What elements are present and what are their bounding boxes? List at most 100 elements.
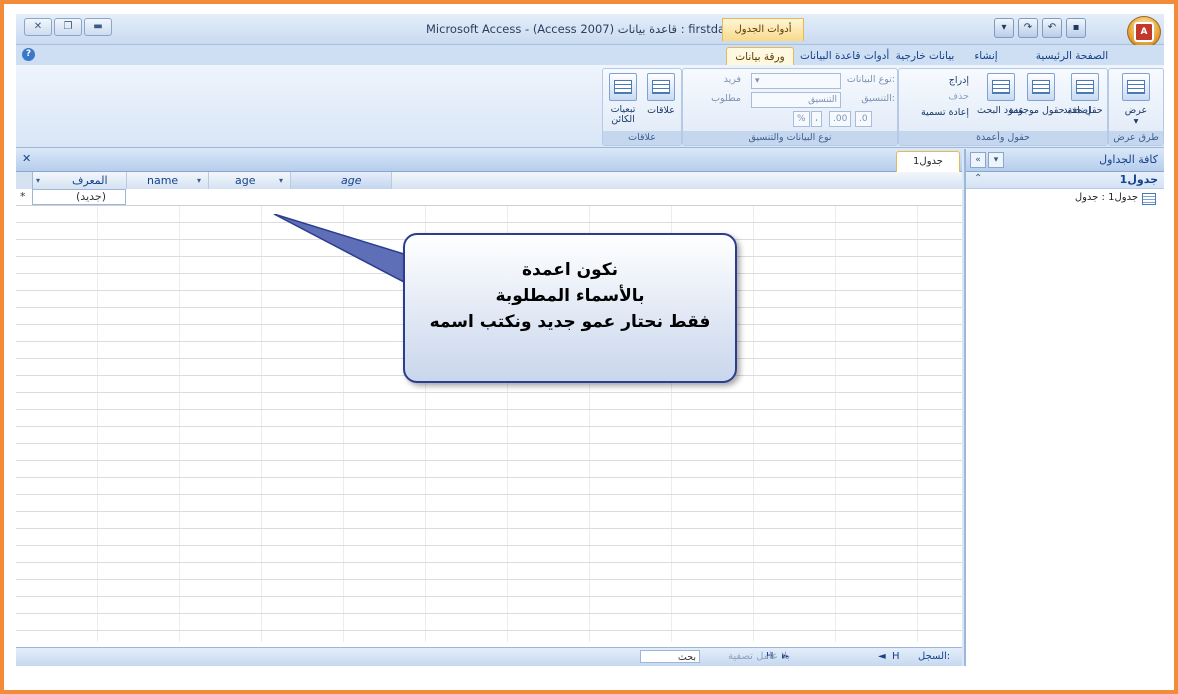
callout-line-3: فقط نحتار عمو جديد ونكتب اسمه <box>429 312 711 332</box>
callout-text: نكون اعمدة بالأسماء المطلوبة فقط نحتار ع… <box>405 257 735 335</box>
tab-database-tools[interactable]: أدوات قاعدة البيانات <box>800 47 889 65</box>
close-button[interactable]: ✕ <box>24 18 52 36</box>
ribbon-tabs: ? الصفحة الرئيسية إنشاء بيانات خارجية أد… <box>16 45 1164 66</box>
nav-pane-title: كافة الجداول <box>1099 153 1158 166</box>
nav-group-label: جدول1 <box>1119 173 1158 186</box>
tab-datasheet[interactable]: ورقة بيانات <box>726 47 794 66</box>
relationships-icon[interactable] <box>647 73 675 101</box>
search-box[interactable]: بحث <box>640 650 700 663</box>
column-header-row: ▾ المعرف name ▾ age ▾ age <box>16 172 962 190</box>
column-dropdown-icon[interactable]: ▾ <box>36 172 40 189</box>
column-header-name-label: name <box>147 174 179 187</box>
first-record-button[interactable]: H <box>892 651 900 662</box>
nav-group-table1[interactable]: ⌃ جدول1 <box>966 172 1164 189</box>
outer-frame: ✕ ❐ ▬ Microsoft Access - (Access 2007) ق… <box>0 0 1178 694</box>
column-header-name[interactable]: name ▾ <box>127 172 209 189</box>
required-checkbox[interactable]: مطلوب <box>689 93 741 104</box>
percent-button[interactable]: % <box>793 111 810 127</box>
new-record-marker: * <box>20 190 26 203</box>
nav-item-table1[interactable]: جدول1 : جدول <box>966 189 1164 207</box>
unique-checkbox[interactable]: فريد <box>689 74 741 85</box>
comma-button[interactable]: ، <box>811 111 822 127</box>
lookup-column-icon[interactable] <box>987 73 1015 101</box>
view-icon[interactable] <box>1122 73 1150 101</box>
column-header-id-label: المعرف <box>72 174 108 187</box>
callout-pointer <box>273 214 405 284</box>
ribbon: عرض ▾ طرق عرض حقل جديد إضافة حقول موجودة… <box>16 65 1164 148</box>
save-icon[interactable]: ▪ <box>1066 18 1086 38</box>
group-data-type-format-label: نوع البيانات والتنسيق <box>683 131 897 145</box>
new-record-id-value: (جديد) <box>76 190 107 203</box>
data-type-dropdown[interactable]: ▾ <box>751 73 841 89</box>
tab-external-data[interactable]: بيانات خارجية <box>892 47 958 65</box>
group-views: عرض ▾ طرق عرض <box>1108 68 1164 146</box>
group-fields-columns: حقل جديد إضافة حقول موجودة عمود البحث إد… <box>898 68 1108 146</box>
document-area: ✕ جدول1 ▾ المعرف name ▾ age ▾ age * (جدي… <box>16 149 962 666</box>
filter-indicator[interactable]: بلا عامل تصفية <box>728 651 790 662</box>
data-type-label: نوع البيانات: <box>846 74 895 85</box>
record-label: السجل: <box>918 651 951 662</box>
column-header-age-label: age <box>235 174 256 187</box>
view-button-label[interactable]: عرض <box>1109 105 1163 116</box>
nav-dropdown-icon[interactable]: ▾ <box>988 152 1004 168</box>
minimize-button[interactable]: ▬ <box>84 18 112 36</box>
window-title: Microsoft Access - (Access 2007) قاعدة ب… <box>426 22 765 36</box>
undo-icon[interactable]: ↶ <box>1042 18 1062 38</box>
format-dropdown[interactable]: التنسيق <box>751 92 841 108</box>
column-header-age[interactable]: age ▾ <box>209 172 291 189</box>
object-dependencies-icon[interactable] <box>609 73 637 101</box>
tab-home[interactable]: الصفحة الرئيسية <box>1032 47 1112 65</box>
format-label: التنسيق: <box>861 93 895 104</box>
record-navigation-bar: السجل: H ◄ ► H بلا عامل تصفية بحث <box>16 647 962 666</box>
rename-button[interactable]: إعادة تسمية <box>905 107 969 118</box>
table-icon <box>1142 193 1156 205</box>
group-views-label: طرق عرض <box>1109 131 1163 145</box>
collapse-nav-icon[interactable]: « <box>970 152 986 168</box>
annotation-callout: نكون اعمدة بالأسماء المطلوبة فقط نحتار ع… <box>403 233 737 383</box>
decrease-decimals-icon[interactable]: .0 <box>855 111 872 127</box>
column-dropdown-icon[interactable]: ▾ <box>279 172 283 189</box>
callout-line-2: بالأسماء المطلوبة <box>495 286 645 306</box>
document-tabs: ✕ جدول1 <box>16 149 962 172</box>
office-button[interactable]: A <box>1127 16 1161 48</box>
window-controls: ✕ ❐ ▬ <box>24 18 112 36</box>
customize-qat-icon[interactable]: ▾ <box>994 18 1014 38</box>
prev-record-button[interactable]: ◄ <box>878 651 886 662</box>
view-dropdown-icon[interactable]: ▾ <box>1109 116 1163 127</box>
delete-button[interactable]: حذف <box>909 91 969 102</box>
tab-table1[interactable]: جدول1 <box>896 151 960 172</box>
title-bar: ✕ ❐ ▬ Microsoft Access - (Access 2007) ق… <box>16 14 1164 48</box>
column-dropdown-icon[interactable]: ▾ <box>197 172 201 189</box>
access-logo-icon: A <box>1134 22 1154 42</box>
lookup-column-button[interactable]: عمود البحث <box>977 105 1024 116</box>
object-dependencies-button[interactable]: تبعيات الكائن <box>603 105 643 125</box>
tab-create[interactable]: إنشاء <box>966 47 1006 65</box>
nav-pane-controls: « ▾ <box>970 152 1004 168</box>
group-data-type-format: نوع البيانات: ▾ التنسيق: التنسيق فريد مط… <box>682 68 898 146</box>
new-record-row[interactable]: * (جديد) <box>16 189 962 206</box>
relationships-button[interactable]: علاقات <box>641 105 681 116</box>
group-fields-columns-label: حقول وأعمدة <box>899 131 1107 145</box>
select-all-corner[interactable] <box>16 172 33 189</box>
restore-button[interactable]: ❐ <box>54 18 82 36</box>
context-tab-table-tools: أدوات الجدول <box>722 18 804 41</box>
nav-item-label: جدول1 : جدول <box>1074 192 1138 203</box>
column-header-age-new[interactable]: age <box>291 172 392 189</box>
close-document-icon[interactable]: ✕ <box>22 152 31 165</box>
new-field-icon[interactable] <box>1071 73 1099 101</box>
column-header-id[interactable]: ▾ المعرف <box>32 172 127 189</box>
group-relationships: علاقات تبعيات الكائن علاقات <box>602 68 682 146</box>
redo-icon[interactable]: ↷ <box>1018 18 1038 38</box>
navigation-pane: « ▾ كافة الجداول ⌃ جدول1 جدول1 : جدول <box>964 149 1164 666</box>
access-window: ✕ ❐ ▬ Microsoft Access - (Access 2007) ق… <box>16 14 1164 666</box>
quick-access-toolbar: ▾ ↷ ↶ ▪ <box>994 18 1086 38</box>
chevron-up-icon[interactable]: ⌃ <box>974 173 982 184</box>
callout-line-1: نكون اعمدة <box>521 260 619 280</box>
group-relationships-label: علاقات <box>603 131 681 145</box>
column-header-age-new-label: age <box>341 174 362 187</box>
insert-button[interactable]: إدراج <box>909 75 969 86</box>
help-icon[interactable]: ? <box>22 48 35 61</box>
nav-pane-header[interactable]: « ▾ كافة الجداول <box>966 149 1164 172</box>
increase-decimals-icon[interactable]: .00 <box>829 111 852 127</box>
add-existing-fields-icon[interactable] <box>1027 73 1055 101</box>
